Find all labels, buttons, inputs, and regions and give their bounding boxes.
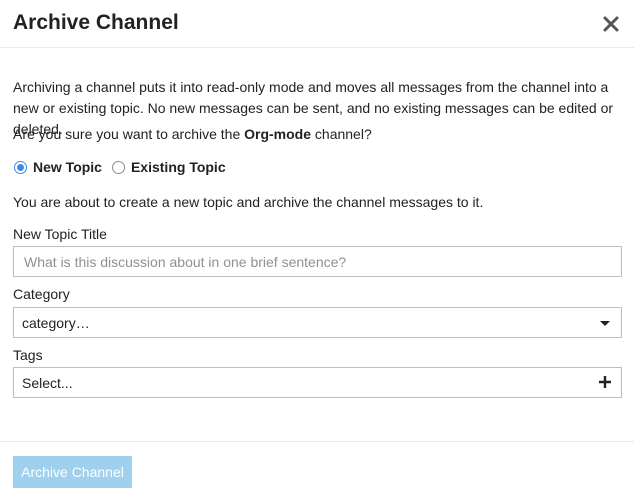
radio-existing-topic-label: Existing Topic	[130, 159, 226, 175]
topic-title-input[interactable]	[13, 246, 622, 277]
channel-name: Org-mode	[244, 126, 312, 142]
caret-down-icon	[600, 321, 610, 326]
plus-icon	[599, 376, 611, 388]
question-prefix: Are you sure you want to archive the	[13, 126, 245, 142]
category-select-value: category…	[22, 315, 90, 331]
category-label: Category	[13, 286, 70, 302]
topic-type-radio-group: New Topic Existing Topic	[14, 157, 236, 177]
archive-channel-button[interactable]: Archive Channel	[13, 456, 132, 488]
radio-new-topic[interactable]: New Topic	[14, 157, 102, 177]
modal-header: Archive Channel	[0, 0, 634, 48]
tags-select-value: Select...	[22, 375, 73, 391]
radio-existing-topic-button[interactable]	[111, 160, 125, 174]
modal-title: Archive Channel	[13, 11, 179, 34]
radio-new-topic-button[interactable]	[14, 160, 27, 174]
about-text: You are about to create a new topic and …	[13, 194, 484, 210]
question-suffix: channel?	[311, 126, 372, 142]
close-icon	[603, 16, 619, 32]
radio-existing-topic[interactable]: Existing Topic	[111, 157, 226, 177]
topic-title-label: New Topic Title	[13, 226, 107, 242]
modal-footer: Archive Channel	[0, 441, 634, 500]
archive-question: Are you sure you want to archive the Org…	[13, 124, 372, 144]
category-select[interactable]: category…	[13, 307, 622, 338]
tags-select[interactable]: Select...	[13, 367, 622, 398]
close-button[interactable]	[598, 12, 624, 36]
tags-label: Tags	[13, 347, 43, 363]
radio-new-topic-label: New Topic	[33, 159, 102, 175]
